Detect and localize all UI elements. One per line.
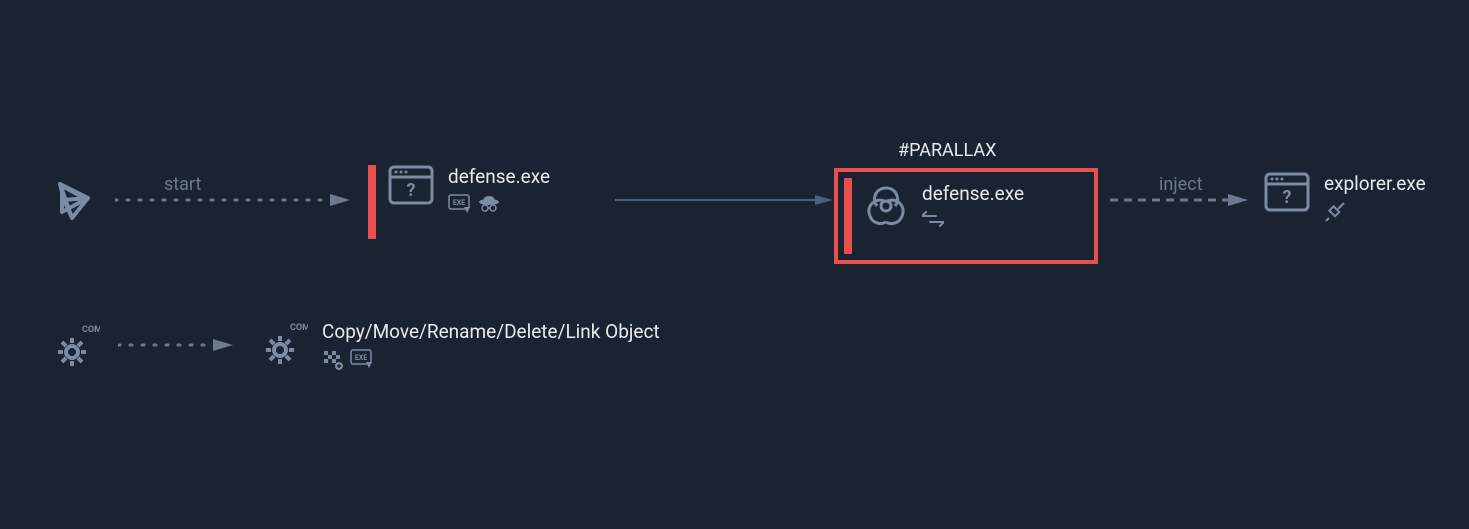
spy-hat-icon [478,194,500,214]
exe-badge-icon: EXE [448,194,472,214]
com-gear-icon: COM [50,322,100,372]
svg-text:COM: COM [82,325,100,335]
edge-label-inject: inject [1159,174,1202,195]
checkered-shield-icon [322,349,344,371]
defense-node-2-highlighted[interactable]: defense.exe [834,168,1098,264]
window-question-icon: ? [388,165,434,205]
svg-text:?: ? [407,180,416,201]
window-question-icon: ? [1264,172,1310,212]
explorer-node[interactable]: ? explorer.exe [1264,172,1426,223]
parallax-tag: #PARALLAX [898,140,996,161]
edge-start-defense [115,190,355,210]
svg-text:?: ? [1283,187,1292,208]
edge-label-start: start [164,174,201,195]
defense-node-1[interactable]: ? defense.exe EXE [368,165,550,239]
swap-arrows-icon [922,211,944,227]
exe-badge-icon: EXE [350,349,374,371]
severity-bar [368,165,376,239]
syringe-icon [1324,201,1346,223]
com-node-2[interactable]: COM Copy/Move/Rename/Delete/Link Object [258,320,660,371]
node-label: defense.exe [922,182,1024,205]
node-label: defense.exe [448,165,550,188]
com-node-1[interactable]: COM [50,322,114,372]
severity-bar [844,178,852,254]
com-gear-icon: COM [258,320,308,370]
node-label: explorer.exe [1324,172,1426,195]
play-outline-icon [50,178,96,224]
start-node[interactable] [50,178,110,224]
edge-defense-defense [615,190,835,210]
svg-text:EXE: EXE [355,354,367,362]
biohazard-icon [864,184,908,228]
edge-com-com [118,335,238,355]
svg-text:COM: COM [290,323,308,333]
svg-text:EXE: EXE [453,199,465,207]
node-label: Copy/Move/Rename/Delete/Link Object [322,320,660,343]
